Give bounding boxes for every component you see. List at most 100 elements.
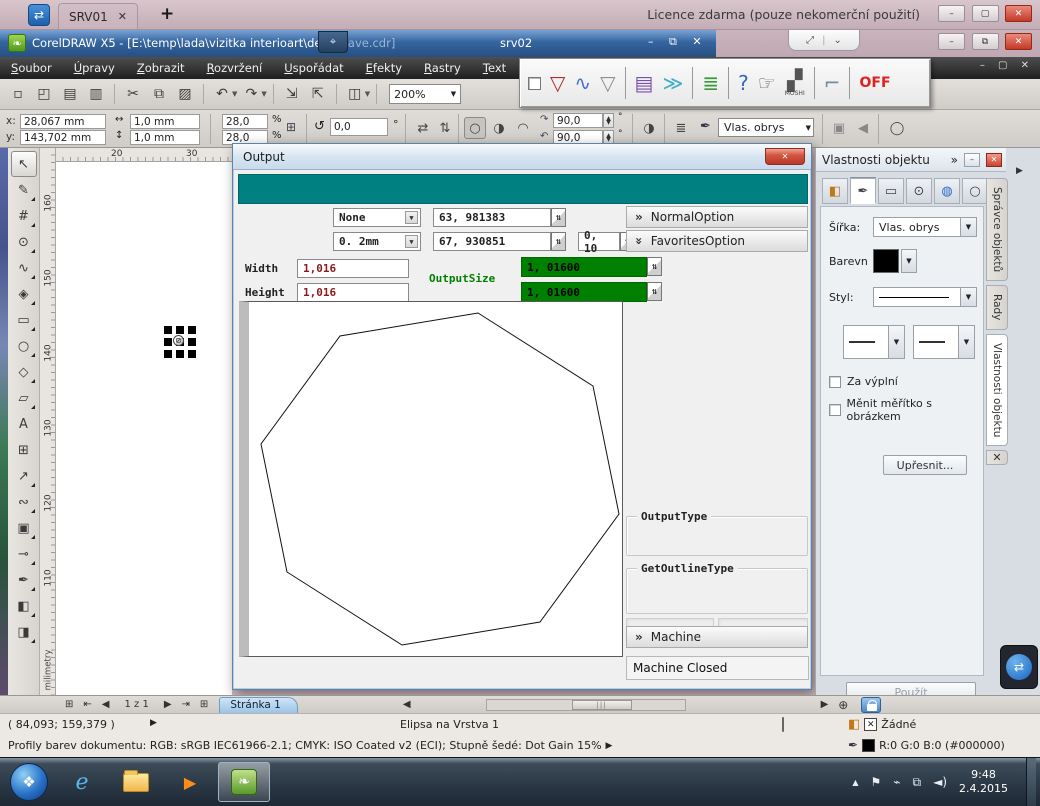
ellipse-button[interactable]: ○ xyxy=(464,117,486,139)
color-picker-arrow[interactable]: ▼ xyxy=(901,249,917,273)
chevron-down-icon[interactable]: ▼ xyxy=(261,90,266,98)
first-page-button[interactable]: ⇤ xyxy=(78,699,96,710)
interactive-fill-tool[interactable]: ◨ xyxy=(11,619,37,645)
docker-minimize-button[interactable]: – xyxy=(964,153,980,167)
palette-scroll-up[interactable]: ▶ xyxy=(1016,166,1023,176)
export-button[interactable]: ⇱ xyxy=(306,82,330,106)
outline-tab-icon[interactable]: ✒ xyxy=(850,178,876,204)
fill-tool[interactable]: ◧ xyxy=(11,593,37,619)
show-desktop-button[interactable] xyxy=(1026,758,1036,806)
prev-page-button[interactable]: ◀ xyxy=(97,699,115,710)
selection-handle[interactable] xyxy=(164,338,172,346)
crop-tool[interactable]: # xyxy=(11,203,37,229)
selection-handle[interactable] xyxy=(188,338,196,346)
network-icon[interactable]: ⧉ xyxy=(913,775,922,790)
shape-tool[interactable]: ✎ xyxy=(11,177,37,203)
scale-x-field[interactable]: 28,0 xyxy=(222,114,268,129)
chevron-down-icon[interactable]: ▼ xyxy=(888,326,904,358)
outline-width-combo[interactable]: Vlas. obrys▼ xyxy=(873,217,977,237)
scrollbar-thumb[interactable]: ||| xyxy=(572,700,632,710)
chevron-down-icon[interactable]: ▼ xyxy=(960,218,976,236)
chamfer-button[interactable]: ◑ xyxy=(638,117,660,139)
convert-to-curves-button[interactable]: ◯ xyxy=(886,117,908,139)
menu-rozvržení[interactable]: Rozvržení xyxy=(196,61,274,75)
rotation-field[interactable]: 0,0 xyxy=(330,118,388,136)
chevron-down-icon[interactable]: ▼ xyxy=(960,288,976,306)
action-center-icon[interactable]: ⚑ xyxy=(871,775,882,789)
advanced-button[interactable]: Upřesnit... xyxy=(883,455,967,475)
chevron-down-icon[interactable]: ▼ xyxy=(451,90,456,98)
cut-button[interactable]: ✂ xyxy=(121,82,145,106)
lock-ratio-icon[interactable]: ⊞ xyxy=(286,120,296,134)
ellipse-tab-icon[interactable]: ○ xyxy=(962,178,988,204)
remote-minimize-button[interactable]: – xyxy=(938,33,965,50)
save-task-icon[interactable]: ▤ xyxy=(635,73,654,93)
tray-expand-icon[interactable]: ▲ xyxy=(852,778,858,787)
power-icon[interactable]: ⌁ xyxy=(893,775,900,789)
eyedropper-tool[interactable]: ⊸ xyxy=(11,541,37,567)
mdi-window-controls[interactable]: – ▢ ✕ xyxy=(980,60,1034,71)
expand-icon[interactable]: ⤢ xyxy=(806,35,814,46)
text-wrap-button[interactable]: ≣ xyxy=(670,117,692,139)
angle1-spinner[interactable]: ▲▼ xyxy=(603,113,614,128)
maximize-button[interactable]: ▢ xyxy=(972,5,999,22)
position-x-spinner[interactable]: ⇅ xyxy=(551,208,566,227)
monitor-icon[interactable] xyxy=(782,717,784,732)
off-button[interactable]: OFF xyxy=(859,76,890,90)
connector-tool[interactable]: ∾ xyxy=(11,489,37,515)
pin-tab[interactable]: ⌖ xyxy=(318,31,348,53)
object-width-field[interactable]: 1,0 mm xyxy=(130,114,200,129)
mirror-vertical-button[interactable]: ⇅ xyxy=(434,117,456,139)
mirror-horizontal-button[interactable]: ⇄ xyxy=(412,117,434,139)
chevron-down-icon[interactable]: ⌄ xyxy=(833,35,841,46)
paste-button[interactable]: ▨ xyxy=(173,82,197,106)
ellipse-tool[interactable]: ○ xyxy=(11,333,37,359)
flyout-arrow-icon[interactable]: ▶ xyxy=(606,741,613,751)
horizontal-scrollbar[interactable]: ||| xyxy=(486,699,686,711)
session-tab[interactable]: SRV01 ✕ xyxy=(58,3,138,29)
curve-icon[interactable]: ∿ xyxy=(574,73,591,93)
output-dialog-titlebar[interactable]: Output xyxy=(233,144,811,170)
menu-uspořádat[interactable]: Uspořádat xyxy=(273,61,354,75)
chevron-down-icon[interactable]: ▼ xyxy=(806,124,811,132)
internet-explorer-button[interactable]: e xyxy=(56,762,108,802)
session-tab-close-icon[interactable]: ✕ xyxy=(118,10,127,23)
add-page-button[interactable]: ⊞ xyxy=(60,699,78,710)
corner-mode-combo[interactable]: None▼ xyxy=(333,208,421,227)
moshi-stamp[interactable]: ▞MOSHI xyxy=(785,70,805,97)
remote-window-controls[interactable]: – ⧉ ✕ xyxy=(648,35,708,49)
menu-úpravy[interactable]: Úpravy xyxy=(63,61,126,75)
import-button[interactable]: ⇲ xyxy=(280,82,304,106)
rectangle-tab-icon[interactable]: ▭ xyxy=(878,178,904,204)
undo-button[interactable]: ↶ xyxy=(210,82,234,106)
selection-handle[interactable] xyxy=(176,326,184,334)
docker-chevron-icon[interactable]: » xyxy=(951,153,958,167)
behind-fill-checkbox[interactable]: Za výplní xyxy=(829,375,898,388)
start-angle-field[interactable]: 90,0 xyxy=(553,113,603,128)
menu-efekty[interactable]: Efekty xyxy=(355,61,413,75)
minimize-button[interactable]: – xyxy=(938,5,965,22)
menu-soubor[interactable]: Soubor xyxy=(0,61,63,75)
add-page-button[interactable]: ⊞ xyxy=(195,699,213,710)
new-document-button[interactable]: ▫ xyxy=(6,82,30,106)
polygon-tool[interactable]: ◇ xyxy=(11,359,37,385)
table-tool[interactable]: ⊞ xyxy=(11,437,37,463)
remote-restore-button[interactable]: ⧉ xyxy=(972,33,999,50)
scroll-left-button[interactable]: ◀ xyxy=(398,699,416,710)
docker-close-button[interactable]: ✕ xyxy=(986,153,1002,167)
redo-button[interactable]: ↷ xyxy=(239,82,263,106)
height-field[interactable]: 1,016 xyxy=(297,283,409,302)
basic-shapes-tool[interactable]: ▱ xyxy=(11,385,37,411)
start-button[interactable]: ❖ xyxy=(10,763,48,801)
object-height-field[interactable]: 1,0 mm xyxy=(130,130,200,145)
zoom-tool[interactable]: ⊙ xyxy=(11,229,37,255)
color-profiles[interactable]: Profily barev dokumentu: RGB: sRGB IEC61… xyxy=(8,739,612,752)
remote-close-button[interactable]: ✕ xyxy=(1005,33,1032,50)
fill-tab-icon[interactable]: ◧ xyxy=(822,178,848,204)
selection-handle[interactable] xyxy=(188,326,196,334)
file-explorer-button[interactable] xyxy=(110,762,162,802)
smart-fill-tool[interactable]: ◈ xyxy=(11,281,37,307)
outline-width-combo[interactable]: Vlas. obrys ▼ xyxy=(718,118,814,137)
engrave-v-icon[interactable]: ▽ xyxy=(550,73,565,93)
chevron-down-icon[interactable]: ▼ xyxy=(958,326,974,358)
